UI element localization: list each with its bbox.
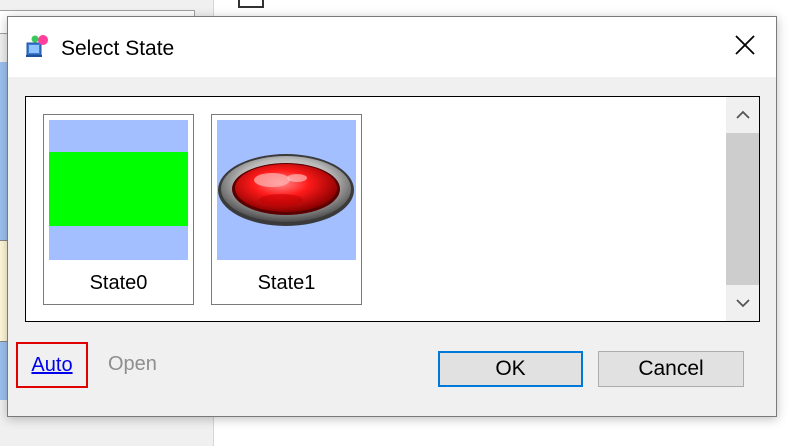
state-label: State0	[89, 272, 148, 294]
state-list[interactable]: State0 State1	[25, 96, 760, 322]
dialog-title: Select State	[61, 37, 175, 60]
background-checkbox	[238, 0, 264, 8]
scroll-thumb[interactable]	[726, 133, 759, 285]
close-icon	[734, 32, 756, 63]
close-button[interactable]	[714, 17, 776, 77]
state-item-state0[interactable]: State0	[43, 114, 194, 305]
cancel-button[interactable]: Cancel	[598, 351, 744, 387]
green-rectangle-shape	[49, 152, 188, 226]
ok-button[interactable]: OK	[438, 351, 583, 387]
state-label: State1	[257, 272, 316, 294]
select-state-dialog: Select State State0 State1 Auto Open OK …	[7, 16, 777, 417]
red-lamp-icon	[218, 154, 354, 226]
state-app-icon	[24, 33, 50, 59]
dialog-titlebar: Select State	[8, 17, 776, 77]
state-item-state1[interactable]: State1	[211, 114, 362, 305]
open-link: Open	[108, 353, 157, 375]
state0-thumbnail	[49, 120, 188, 260]
state1-thumbnail	[217, 120, 356, 260]
scroll-down-arrow-icon[interactable]	[726, 290, 759, 316]
vertical-scrollbar[interactable]	[726, 97, 759, 321]
scroll-up-arrow-icon[interactable]	[726, 102, 759, 128]
auto-link[interactable]: Auto	[16, 342, 88, 388]
